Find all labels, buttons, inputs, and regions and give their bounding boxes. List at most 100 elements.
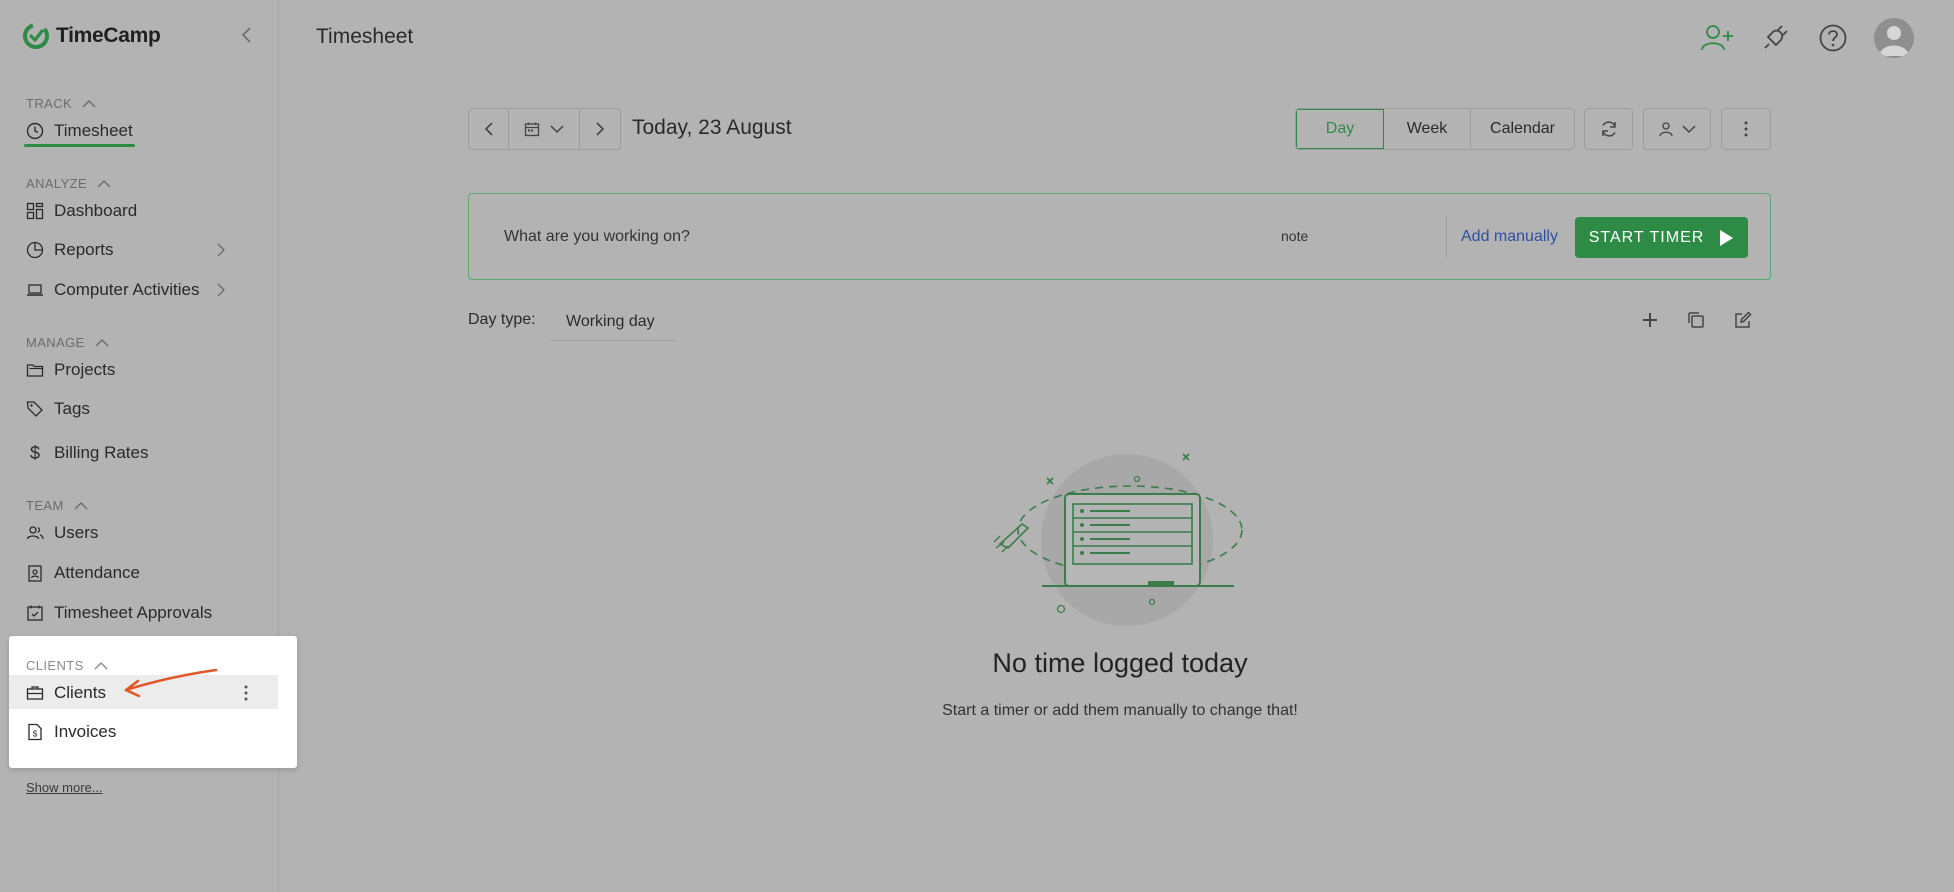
chevron-right-icon[interactable] <box>214 283 228 297</box>
empty-state-illustration <box>993 453 1243 626</box>
sidebar-item-dashboard[interactable]: Dashboard <box>26 198 137 224</box>
edit-icon[interactable] <box>1733 310 1753 330</box>
section-analyze[interactable]: ANALYZE <box>26 176 111 191</box>
invoice-icon: $ <box>26 723 44 741</box>
day-type-select[interactable]: Working day <box>551 303 677 341</box>
page-title: Timesheet <box>316 25 414 48</box>
sidebar-item-label: Dashboard <box>54 201 138 220</box>
attendance-icon <box>26 564 44 582</box>
empty-state-title: No time logged today <box>992 648 1248 678</box>
chevron-up-icon <box>82 99 96 107</box>
day-type-label: Day type: <box>468 311 536 328</box>
more-vertical-icon[interactable] <box>240 683 252 703</box>
add-entry-icon[interactable] <box>1640 310 1660 330</box>
timer-bar: What are you working on? note Add manual… <box>468 193 1771 280</box>
date-picker-button[interactable] <box>509 109 580 149</box>
duplicate-icon[interactable] <box>1686 310 1706 330</box>
invite-user-icon[interactable] <box>1700 21 1734 55</box>
section-team-label: TEAM <box>26 498 64 513</box>
tab-calendar[interactable]: Calendar <box>1471 109 1574 149</box>
task-input[interactable]: What are you working on? <box>504 228 690 246</box>
users-icon <box>26 524 44 542</box>
sidebar-item-label: Timesheet <box>54 121 133 140</box>
sidebar-item-label: Invoices <box>54 722 117 741</box>
chevron-right-icon[interactable] <box>214 243 228 257</box>
sidebar-item-billing-rates[interactable]: $ Billing Rates <box>26 440 149 466</box>
sidebar-item-attendance[interactable]: Attendance <box>26 560 140 586</box>
current-date-label: Today, 23 August <box>632 116 792 139</box>
section-team[interactable]: TEAM <box>26 498 88 513</box>
sidebar-item-timesheet[interactable]: Timesheet <box>26 118 133 144</box>
top-icons <box>1700 18 1914 58</box>
tag-icon <box>26 400 44 418</box>
user-icon <box>1659 122 1673 137</box>
briefcase-icon <box>26 684 44 702</box>
sidebar-item-label: Tags <box>54 399 90 418</box>
play-icon <box>1720 229 1734 246</box>
help-icon[interactable] <box>1816 21 1850 55</box>
section-track-label: TRACK <box>26 96 73 111</box>
view-toggle: Day Week Calendar <box>1295 108 1575 150</box>
add-manually-link[interactable]: Add manually <box>1461 228 1558 246</box>
sidebar-item-label: Timesheet Approvals <box>54 603 213 622</box>
note-input[interactable]: note <box>1281 228 1308 244</box>
sidebar-item-projects[interactable]: Projects <box>26 357 115 383</box>
sidebar-item-computer-activities[interactable]: Computer Activities <box>26 277 200 303</box>
start-timer-button[interactable]: START TIMER <box>1575 217 1748 258</box>
chevron-down-icon <box>1682 125 1696 134</box>
collapse-sidebar-icon[interactable] <box>236 24 258 46</box>
sidebar-item-users[interactable]: Users <box>26 520 98 546</box>
logo[interactable]: TimeCamp <box>22 22 161 50</box>
sidebar-item-timesheet-approvals[interactable]: Timesheet Approvals <box>26 600 212 626</box>
calendar-icon <box>524 122 540 137</box>
empty-state-subtitle: Start a timer or add them manually to ch… <box>942 702 1298 719</box>
date-navigation <box>468 108 621 150</box>
chevron-up-icon <box>97 179 111 187</box>
tab-week[interactable]: Week <box>1384 109 1471 149</box>
next-day-button[interactable] <box>580 109 620 149</box>
refresh-icon <box>1601 121 1616 137</box>
sidebar-item-tags[interactable]: Tags <box>26 396 90 422</box>
timecamp-logo-icon <box>23 23 49 49</box>
more-vertical-icon <box>1744 121 1748 137</box>
refresh-button[interactable] <box>1584 108 1633 150</box>
chevron-right-icon <box>596 122 605 136</box>
sidebar-item-label: Computer Activities <box>54 280 200 299</box>
sidebar-item-label: Clients <box>54 683 106 702</box>
show-more-link[interactable]: Show more... <box>26 780 103 795</box>
chevron-up-icon <box>74 501 88 509</box>
calendar-check-icon <box>26 604 44 622</box>
chevron-left-icon <box>484 122 493 136</box>
active-indicator <box>24 144 135 147</box>
logo-text: TimeCamp <box>56 24 161 47</box>
laptop-icon <box>26 281 44 299</box>
clock-icon <box>26 122 44 140</box>
chevron-down-icon <box>550 125 564 134</box>
user-select-button[interactable] <box>1643 108 1711 150</box>
reports-icon <box>26 241 44 259</box>
start-timer-label: START TIMER <box>1588 228 1705 246</box>
sidebar-item-label: Reports <box>54 240 114 259</box>
dashboard-icon <box>26 202 44 220</box>
divider <box>1446 216 1447 258</box>
sidebar-item-label: Attendance <box>54 563 141 582</box>
avatar[interactable] <box>1874 18 1914 58</box>
sidebar-item-label: Billing Rates <box>54 443 149 462</box>
section-manage[interactable]: MANAGE <box>26 335 109 350</box>
prev-day-button[interactable] <box>469 109 509 149</box>
integrations-plug-icon[interactable] <box>1758 21 1792 55</box>
more-options-button[interactable] <box>1721 108 1771 150</box>
sidebar-item-invoices[interactable]: $ Invoices <box>26 719 116 745</box>
sidebar-item-label: Users <box>54 523 99 542</box>
tab-day[interactable]: Day <box>1296 109 1384 149</box>
folder-icon <box>26 361 44 379</box>
sidebar-item-reports[interactable]: Reports <box>26 237 114 263</box>
section-analyze-label: ANALYZE <box>26 176 88 191</box>
svg-text:$: $ <box>33 730 38 739</box>
chevron-up-icon <box>95 338 109 346</box>
sidebar-item-label: Projects <box>54 360 116 379</box>
sidebar: TimeCamp TRACK Timesheet ANALYZE Dashboa… <box>0 0 297 892</box>
dollar-icon: $ <box>29 442 40 463</box>
section-track[interactable]: TRACK <box>26 96 96 111</box>
section-manage-label: MANAGE <box>26 335 85 350</box>
